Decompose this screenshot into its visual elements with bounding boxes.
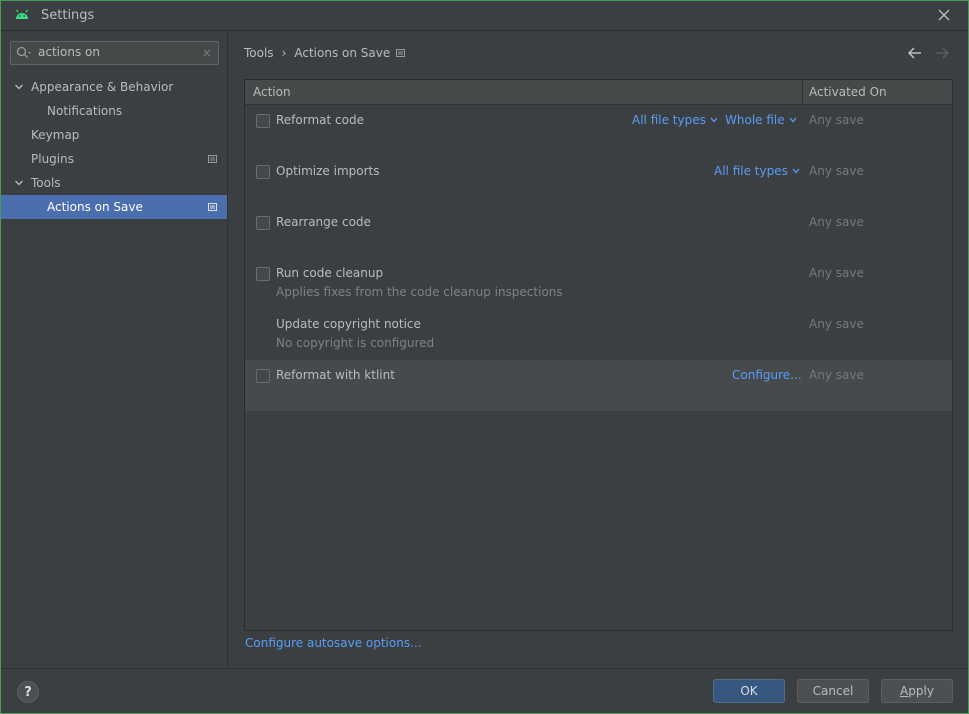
sidebar-item-plugins[interactable]: Plugins (1, 147, 227, 171)
chevron-down-icon (710, 117, 718, 123)
action-name: Reformat code (276, 113, 364, 127)
apply-label-rest: pply (908, 684, 934, 698)
document-icon (208, 203, 217, 211)
file-types-dropdown[interactable]: All file types (632, 113, 718, 127)
sidebar-item-label: Appearance & Behavior (31, 80, 174, 94)
search-icon (16, 46, 31, 58)
breadcrumb: Tools › Actions on Save (244, 46, 390, 60)
activated-on-value: Any save (809, 164, 864, 178)
window-title: Settings (41, 8, 95, 23)
search-text: actions on (38, 45, 100, 59)
dialog-footer: ? OK Cancel Apply (1, 668, 968, 713)
chevron-down-icon (789, 117, 797, 123)
activated-on-value: Any save (809, 215, 864, 229)
action-description: Applies fixes from the code cleanup insp… (276, 285, 563, 299)
table-row: Reformat with ktlint Configure... Any sa… (245, 360, 952, 411)
file-types-dropdown[interactable]: All file types (714, 164, 800, 178)
column-divider (802, 80, 803, 104)
checkbox[interactable] (256, 216, 270, 230)
column-header-activated-on[interactable]: Activated On (809, 85, 887, 99)
table-row: Reformat code All file types Whole file … (245, 105, 952, 156)
action-name: Optimize imports (276, 164, 380, 178)
ok-button[interactable]: OK (713, 679, 785, 703)
scope-dropdown[interactable]: Whole file (725, 113, 797, 127)
dropdown-label: Whole file (725, 113, 785, 127)
sidebar-item-label: Plugins (31, 152, 74, 166)
dropdown-label: All file types (632, 113, 706, 127)
breadcrumb-tools[interactable]: Tools (244, 46, 274, 60)
action-name: Run code cleanup (276, 266, 384, 280)
sidebar-item-appearance-behavior[interactable]: Appearance & Behavior (1, 75, 227, 99)
activated-on-value: Any save (809, 266, 864, 280)
action-description: No copyright is configured (276, 336, 435, 350)
actions-table: Action Activated On Reformat code All fi… (244, 79, 953, 631)
table-row: Run code cleanup Applies fixes from the … (245, 258, 952, 309)
settings-window: Settings actions on Appearance & Behavio… (0, 0, 969, 714)
dropdown-label: All file types (714, 164, 788, 178)
close-icon[interactable] (934, 5, 954, 25)
configure-link[interactable]: Configure... (732, 368, 802, 382)
configure-autosave-link[interactable]: Configure autosave options... (245, 636, 422, 650)
arrow-left-icon[interactable] (907, 46, 923, 60)
breadcrumb-current: Actions on Save (294, 46, 391, 60)
activated-on-value: Any save (809, 113, 864, 127)
arrow-right-icon[interactable] (934, 46, 950, 60)
action-name: Reformat with ktlint (276, 368, 395, 382)
document-icon (396, 49, 405, 57)
settings-sidebar: actions on Appearance & Behavior Notific… (1, 31, 228, 668)
action-name: Rearrange code (276, 215, 371, 229)
android-icon (16, 9, 28, 19)
table-row: Optimize imports All file types Any save (245, 156, 952, 207)
sidebar-item-tools[interactable]: Tools (1, 171, 227, 195)
sidebar-item-notifications[interactable]: Notifications (1, 99, 227, 123)
table-row: Update copyright notice No copyright is … (245, 309, 952, 360)
sidebar-item-label: Tools (31, 176, 61, 190)
sidebar-item-actions-on-save[interactable]: Actions on Save (1, 195, 227, 219)
table-header: Action Activated On (245, 80, 952, 105)
checkbox[interactable] (256, 369, 270, 383)
clear-icon[interactable] (201, 47, 213, 59)
title-bar: Settings (1, 1, 968, 31)
sidebar-item-label: Keymap (31, 128, 80, 142)
chevron-down-icon (792, 168, 800, 174)
breadcrumb-separator: › (281, 46, 287, 60)
activated-on-value: Any save (809, 317, 864, 331)
checkbox[interactable] (256, 267, 270, 281)
sidebar-item-label: Notifications (47, 104, 123, 118)
chevron-down-icon[interactable] (14, 82, 24, 92)
action-name: Update copyright notice (276, 317, 421, 331)
help-button[interactable]: ? (17, 681, 39, 703)
column-header-action[interactable]: Action (253, 85, 291, 99)
table-row: Rearrange code Any save (245, 207, 952, 258)
sidebar-item-keymap[interactable]: Keymap (1, 123, 227, 147)
chevron-down-icon[interactable] (14, 178, 24, 188)
document-icon (208, 155, 217, 163)
checkbox[interactable] (256, 114, 270, 128)
activated-on-value: Any save (809, 368, 864, 382)
cancel-button[interactable]: Cancel (797, 679, 869, 703)
search-input[interactable]: actions on (10, 41, 219, 65)
sidebar-item-label: Actions on Save (47, 200, 143, 214)
apply-button[interactable]: Apply (881, 679, 953, 703)
checkbox[interactable] (256, 165, 270, 179)
